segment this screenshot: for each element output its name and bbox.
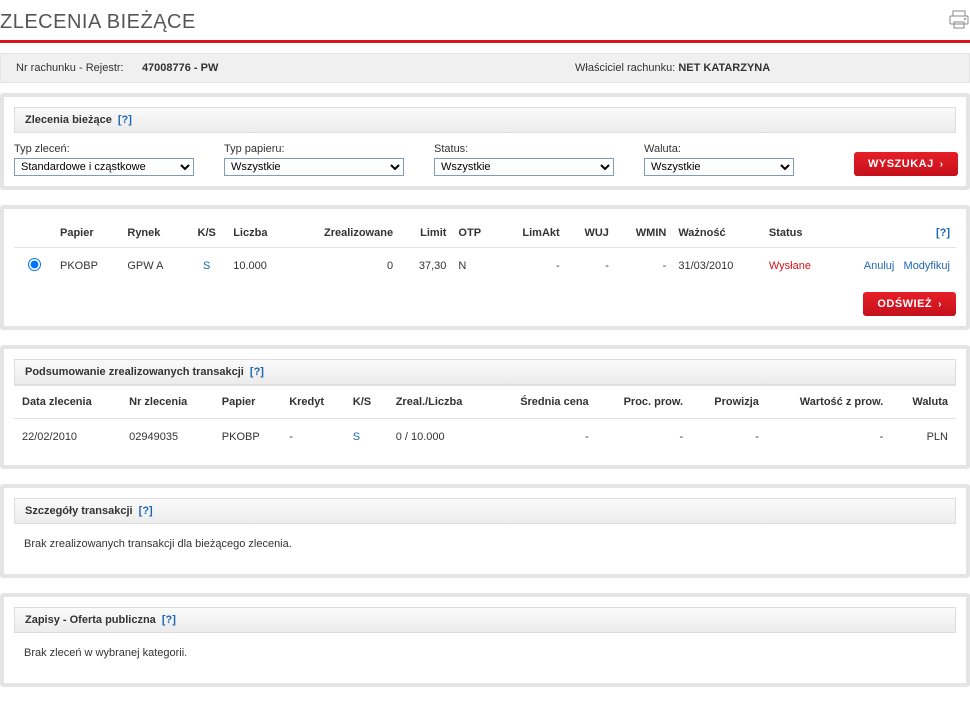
scell-kredyt: - — [281, 419, 345, 456]
cell-limit: 37,30 — [399, 248, 452, 285]
col-rynek: Rynek — [121, 219, 186, 248]
page-title: ZLECENIA BIEŻĄCE — [0, 11, 196, 34]
refresh-button[interactable]: ODŚWIEŻ › — [863, 292, 956, 316]
zapisy-section-title: Zapisy - Oferta publiczna — [25, 614, 156, 626]
summary-row: 22/02/2010 02949035 PKOBP - S 0 / 10.000… — [14, 419, 956, 456]
typ-papieru-select[interactable]: Wszystkie — [224, 158, 404, 176]
refresh-button-label: ODŚWIEŻ — [877, 298, 932, 310]
summary-help-link[interactable]: [?] — [250, 366, 264, 378]
cell-liczba: 10.000 — [227, 248, 289, 285]
col-ks: K/S — [186, 219, 227, 248]
col-waznosc: Ważność — [672, 219, 763, 248]
scell-zreal: 0 / 10.000 — [388, 419, 491, 456]
scell-proc: - — [597, 419, 691, 456]
scell-papier: PKOBP — [214, 419, 281, 456]
typ-zlecen-label: Typ zleceń: — [14, 143, 194, 155]
chevron-right-icon: › — [938, 299, 942, 310]
cell-papier: PKOBP — [54, 248, 121, 285]
filters-panel: Zlecenia bieżące [?] Typ zleceń: Standar… — [0, 93, 970, 190]
zapisy-help-link[interactable]: [?] — [162, 614, 176, 626]
search-button-label: WYSZUKAJ — [868, 158, 934, 170]
scell-wartosc: - — [767, 419, 891, 456]
scol-papier: Papier — [214, 386, 281, 419]
cell-waznosc: 31/03/2010 — [672, 248, 763, 285]
account-nr-label: Nr rachunku - Rejestr: — [16, 62, 124, 74]
scol-zreal: Zreal./Liczba — [388, 386, 491, 419]
scol-prowizja: Prowizja — [691, 386, 767, 419]
orders-panel: Papier Rynek K/S Liczba Zrealizowane Lim… — [0, 205, 970, 330]
scol-proc: Proc. prow. — [597, 386, 691, 419]
details-panel: Szczegóły transakcji [?] Brak zrealizowa… — [0, 484, 970, 578]
details-section-title: Szczegóły transakcji — [25, 505, 133, 517]
scell-cena: - — [491, 419, 597, 456]
scol-waluta: Waluta — [891, 386, 956, 419]
details-body: Brak zrealizowanych transakcji dla bieżą… — [14, 524, 956, 564]
scell-waluta: PLN — [891, 419, 956, 456]
scol-ks: K/S — [345, 386, 388, 419]
col-otp: OTP — [452, 219, 499, 248]
cell-wuj: - — [566, 248, 615, 285]
row-radio[interactable] — [28, 258, 41, 271]
cell-limakt: - — [499, 248, 566, 285]
col-wmin: WMIN — [615, 219, 672, 248]
col-status: Status — [763, 219, 836, 248]
cell-ks[interactable]: S — [203, 260, 210, 272]
scol-wartosc: Wartość z prow. — [767, 386, 891, 419]
account-nr-value: 47008776 - PW — [142, 62, 218, 74]
print-icon[interactable] — [948, 10, 970, 35]
summary-section-title: Podsumowanie zrealizowanych transakcji — [25, 366, 244, 378]
details-help-link[interactable]: [?] — [139, 505, 153, 517]
modyfikuj-link[interactable]: Modyfikuj — [904, 260, 950, 272]
scell-prowizja: - — [691, 419, 767, 456]
waluta-label: Waluta: — [644, 143, 794, 155]
account-bar: Nr rachunku - Rejestr: 47008776 - PW Wła… — [0, 53, 970, 83]
filters-section-title: Zlecenia bieżące — [25, 114, 112, 126]
account-owner-value: NET KATARZYNA — [678, 62, 770, 74]
waluta-select[interactable]: Wszystkie — [644, 158, 794, 176]
cell-status: Wysłane — [769, 260, 811, 272]
scol-kredyt: Kredyt — [281, 386, 345, 419]
scell-data: 22/02/2010 — [14, 419, 121, 456]
typ-zlecen-select[interactable]: Standardowe i cząstkowe — [14, 158, 194, 176]
chevron-right-icon: › — [940, 159, 944, 170]
status-select[interactable]: Wszystkie — [434, 158, 614, 176]
scell-nr: 02949035 — [121, 419, 214, 456]
col-limakt: LimAkt — [499, 219, 566, 248]
scol-nr: Nr zlecenia — [121, 386, 214, 419]
col-zrealizowane: Zrealizowane — [290, 219, 399, 248]
cell-wmin: - — [615, 248, 672, 285]
col-wuj: WUJ — [566, 219, 615, 248]
table-row: PKOBP GPW A S 10.000 0 37,30 N - - - 31/… — [14, 248, 956, 285]
zapisy-body: Brak zleceń w wybranej kategorii. — [14, 633, 956, 673]
col-liczba: Liczba — [227, 219, 289, 248]
zapisy-panel: Zapisy - Oferta publiczna [?] Brak zlece… — [0, 593, 970, 687]
account-owner-label: Właściciel rachunku: — [575, 62, 675, 74]
typ-papieru-label: Typ papieru: — [224, 143, 404, 155]
search-button[interactable]: WYSZUKAJ › — [854, 152, 958, 176]
col-limit: Limit — [399, 219, 452, 248]
summary-panel: Podsumowanie zrealizowanych transakcji [… — [0, 345, 970, 469]
cell-otp: N — [452, 248, 499, 285]
orders-help-link[interactable]: [?] — [936, 227, 950, 239]
scol-cena: Średnia cena — [491, 386, 597, 419]
scell-ks[interactable]: S — [353, 431, 360, 443]
cell-zrealizowane: 0 — [290, 248, 399, 285]
col-papier: Papier — [54, 219, 121, 248]
scol-data: Data zlecenia — [14, 386, 121, 419]
cell-rynek: GPW A — [121, 248, 186, 285]
divider — [0, 40, 970, 43]
anuluj-link[interactable]: Anuluj — [864, 260, 895, 272]
status-label: Status: — [434, 143, 614, 155]
filters-help-link[interactable]: [?] — [118, 114, 132, 126]
